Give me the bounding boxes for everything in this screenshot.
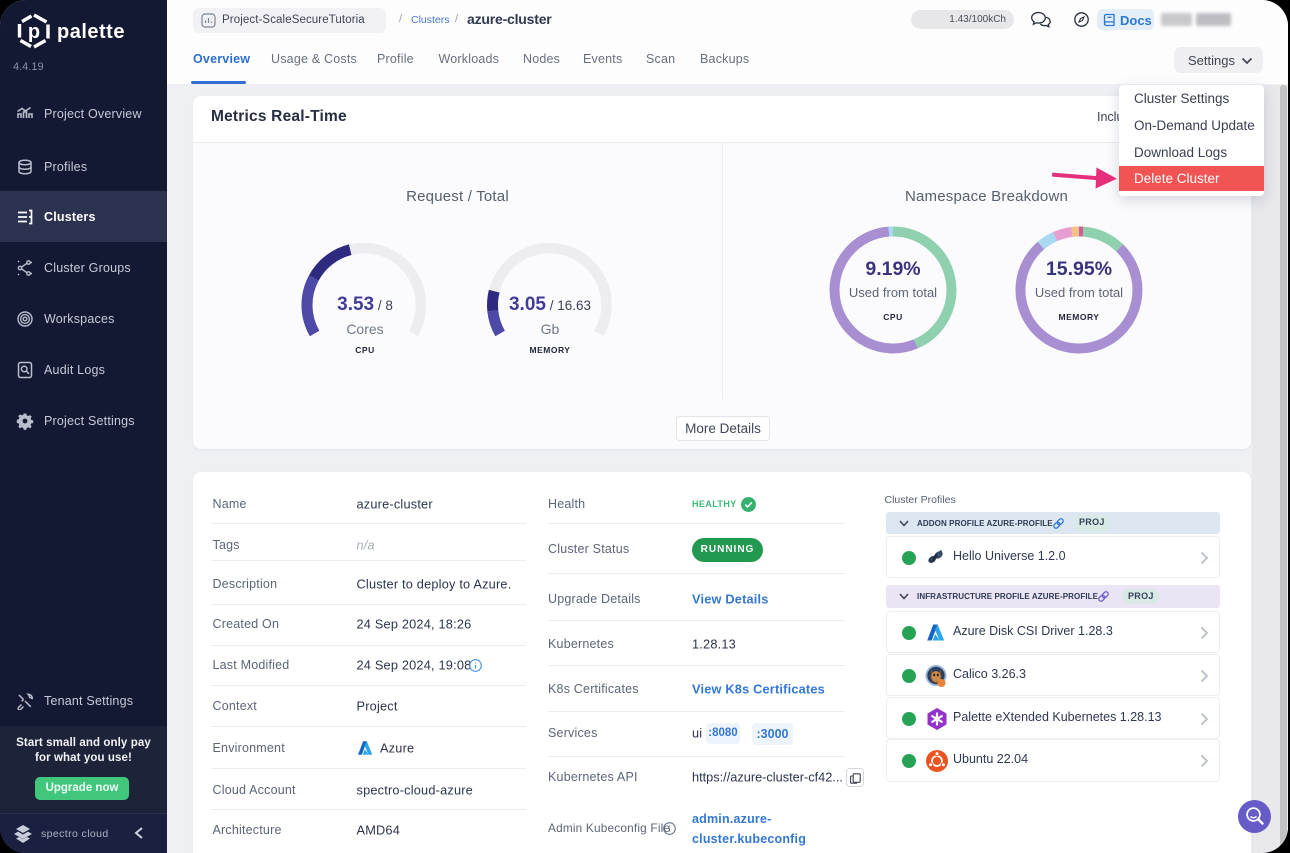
svg-text:p: p xyxy=(28,21,40,43)
